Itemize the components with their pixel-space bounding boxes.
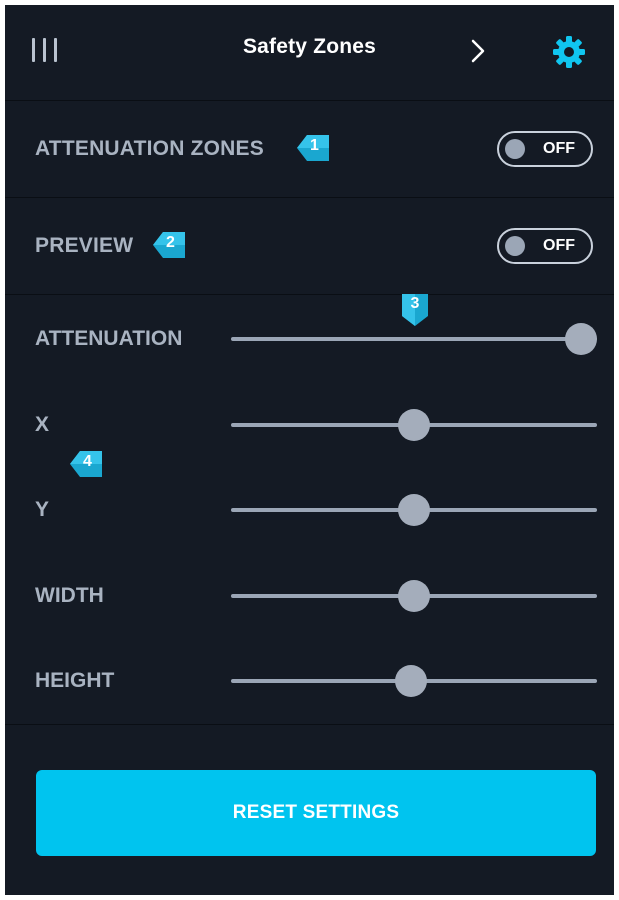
callout-marker-1: 1 [297, 135, 331, 161]
x-slider-label: X [35, 413, 50, 436]
reset-settings-button[interactable]: RESET SETTINGS [36, 770, 596, 856]
preview-label: PREVIEW [35, 234, 134, 257]
y-slider-row: Y [5, 480, 614, 540]
preview-row: PREVIEW 2 OFF [5, 198, 614, 295]
callout-marker-4: 4 [70, 451, 104, 477]
width-slider-row: WIDTH [5, 566, 614, 626]
toggle-state: OFF [543, 237, 575, 254]
callout-marker-2: 2 [153, 232, 187, 258]
preview-toggle[interactable]: OFF [497, 228, 593, 264]
height-slider-thumb[interactable] [394, 665, 427, 697]
attenuation-slider-thumb[interactable] [565, 323, 597, 355]
slider-track[interactable] [231, 337, 597, 341]
safety-zones-panel: Safety Zones ATTENUATION ZONES 1 OFF PRE… [5, 5, 614, 895]
y-slider-thumb[interactable] [398, 494, 430, 526]
width-slider-label: WIDTH [35, 584, 104, 607]
height-slider-row: HEIGHT [5, 651, 614, 711]
callout-number: 4 [83, 453, 92, 470]
sliders-section: 3 ATTENUATION X 4 Y WIDTH HEIGHT [5, 294, 614, 725]
toggle-knob [505, 236, 525, 256]
height-slider-label: HEIGHT [35, 669, 115, 692]
toggle-knob [505, 139, 525, 159]
attenuation-zones-toggle[interactable]: OFF [497, 131, 593, 167]
header-bar: Safety Zones [5, 5, 614, 101]
attenuation-zones-row: ATTENUATION ZONES 1 OFF [5, 101, 614, 198]
page-title: Safety Zones [242, 35, 377, 58]
gear-icon[interactable] [552, 35, 586, 69]
chevron-right-icon[interactable] [467, 38, 489, 64]
toggle-state: OFF [543, 140, 575, 157]
callout-number: 2 [166, 234, 175, 251]
attenuation-slider-label: ATTENUATION [35, 327, 183, 350]
y-slider-label: Y [35, 498, 50, 521]
callout-number: 1 [310, 137, 319, 154]
attenuation-slider-row: ATTENUATION [5, 309, 614, 369]
x-slider-thumb[interactable] [398, 409, 430, 441]
width-slider-thumb[interactable] [398, 580, 430, 612]
x-slider-row: X [5, 395, 614, 455]
attenuation-zones-label: ATTENUATION ZONES [35, 137, 264, 160]
